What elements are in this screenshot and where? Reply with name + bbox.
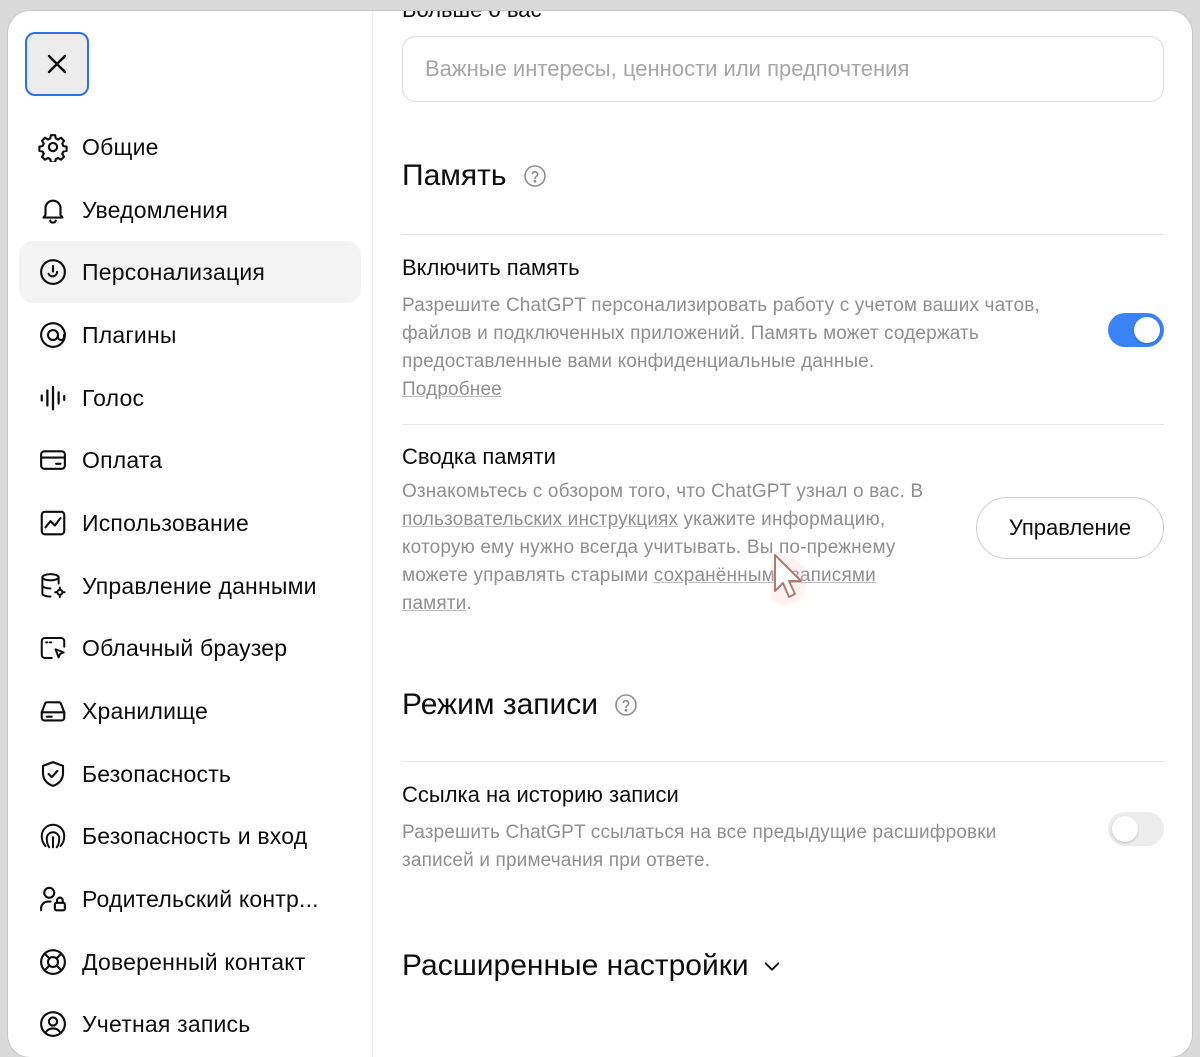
recording-history-title: Ссылка на историю записи [402, 782, 679, 807]
gear-icon [38, 132, 68, 162]
sidebar-item-label: Родительский контр... [82, 885, 319, 912]
sidebar-item-security[interactable]: Безопасность [19, 743, 361, 805]
recording-history-toggle[interactable] [1108, 812, 1164, 846]
card-icon [38, 445, 68, 475]
enable-memory-toggle[interactable] [1108, 313, 1164, 347]
recording-history-description: Разрешить ChatGPT ссылаться на все преды… [402, 822, 997, 871]
usage-chart-icon [38, 508, 68, 538]
divider [402, 234, 1164, 235]
sidebar-item-trusted-contact[interactable]: Доверенный контакт [19, 931, 361, 993]
advanced-settings-label: Расширенные настройки [402, 949, 749, 982]
sidebar-item-usage[interactable]: Использование [19, 492, 361, 554]
cloud-browser-icon [38, 633, 68, 663]
sidebar-item-plugins[interactable]: Плагины [19, 304, 361, 366]
chevron-down-icon [761, 955, 783, 977]
settings-modal: Общие Уведомления Персонализация Плагины… [8, 11, 1192, 1057]
sidebar-item-voice[interactable]: Голос [19, 367, 361, 429]
sidebar-item-storage[interactable]: Хранилище [19, 680, 361, 742]
sidebar-item-personalization[interactable]: Персонализация [19, 241, 361, 303]
enable-memory-description: Разрешите ChatGPT персонализировать рабо… [402, 295, 1040, 400]
enable-memory-title: Включить память [402, 255, 580, 280]
bell-icon [38, 195, 68, 225]
sidebar-item-cloud-browser[interactable]: Облачный браузер [19, 617, 361, 679]
personalization-icon [38, 257, 68, 287]
divider [402, 761, 1164, 762]
sidebar-item-label: Использование [82, 509, 249, 536]
settings-sidebar: Общие Уведомления Персонализация Плагины… [8, 11, 373, 1057]
sidebar-item-security-login[interactable]: Безопасность и вход [19, 805, 361, 867]
sidebar-item-data-controls[interactable]: Управление данными [19, 555, 361, 617]
divider [402, 424, 1164, 425]
database-gear-icon [38, 571, 68, 601]
sidebar-item-label: Голос [82, 384, 145, 411]
recording-section-heading: Режим записи [402, 688, 638, 722]
plugins-icon [38, 320, 68, 350]
account-icon [38, 1009, 68, 1039]
fingerprint-icon [38, 821, 68, 851]
close-icon [47, 54, 67, 74]
sidebar-item-label: Уведомления [82, 196, 229, 223]
toggle-knob [1112, 816, 1138, 842]
custom-instructions-link[interactable]: пользовательских инструкциях [402, 509, 678, 530]
interests-input[interactable] [402, 36, 1164, 102]
sidebar-item-label: Хранилище [82, 697, 208, 724]
sidebar-item-label: Управление данными [82, 572, 317, 599]
parent-lock-icon [38, 884, 68, 914]
sidebar-item-label: Плагины [82, 321, 177, 348]
sidebar-item-label: Безопасность [82, 760, 232, 787]
sidebar-item-label: Персонализация [82, 258, 266, 285]
sidebar-item-label: Учетная запись [82, 1010, 251, 1037]
sidebar-item-billing[interactable]: Оплата [19, 429, 361, 491]
memory-summary-description: Ознакомьтесь с обзором того, что ChatGPT… [402, 481, 924, 614]
memory-summary-title: Сводка памяти [402, 444, 556, 469]
sidebar-item-label: Общие [82, 133, 159, 160]
sidebar-item-general[interactable]: Общие [19, 116, 361, 178]
shield-check-icon [38, 759, 68, 789]
recording-heading-text: Режим записи [402, 688, 599, 721]
sidebar-item-label: Оплата [82, 446, 163, 473]
sidebar-item-parental-controls[interactable]: Родительский контр... [19, 868, 361, 930]
voice-wave-icon [38, 383, 68, 413]
sidebar-item-notifications[interactable]: Уведомления [19, 179, 361, 241]
help-icon[interactable] [523, 164, 547, 188]
storage-icon [38, 696, 68, 726]
toggle-knob [1134, 317, 1160, 343]
help-icon[interactable] [614, 693, 638, 717]
personalization-panel: Больше о вас Память Включить память Разр… [402, 11, 1164, 1057]
sidebar-item-label: Доверенный контакт [82, 948, 306, 975]
learn-more-link[interactable]: Подробнее [402, 379, 502, 400]
sidebar-item-label: Облачный браузер [82, 634, 288, 661]
about-you-label: Больше о вас [402, 11, 542, 23]
advanced-settings-toggle[interactable]: Расширенные настройки [402, 949, 783, 983]
sidebar-item-account[interactable]: Учетная запись [19, 993, 361, 1055]
lifebuoy-icon [38, 947, 68, 977]
close-button[interactable] [25, 32, 89, 96]
memory-section-heading: Память [402, 159, 547, 193]
sidebar-item-label: Безопасность и вход [82, 822, 308, 849]
memory-heading-text: Память [402, 159, 507, 192]
manage-memory-button[interactable]: Управление [976, 497, 1164, 559]
